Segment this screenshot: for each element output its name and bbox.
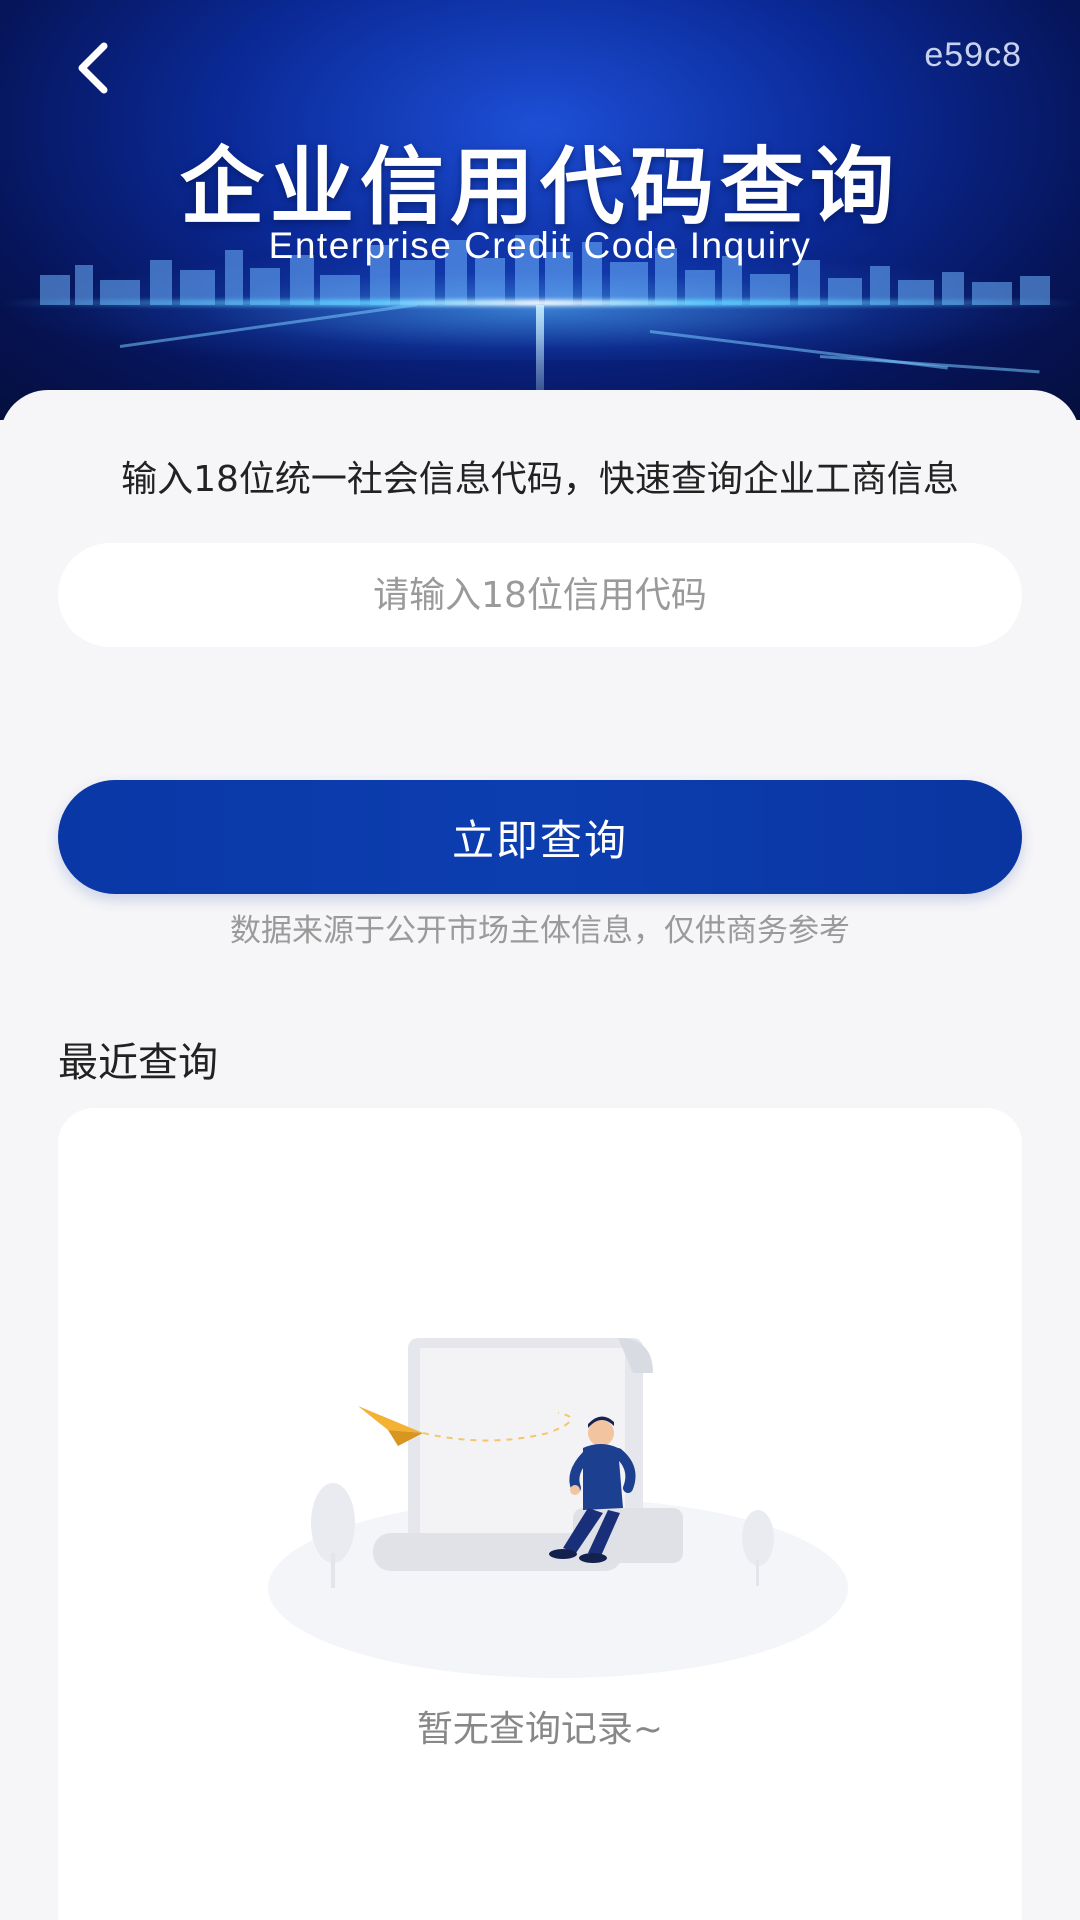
chevron-left-icon xyxy=(78,42,108,94)
main-panel: 输入18位统一社会信息代码，快速查询企业工商信息 立即查询 数据来源于公开市场主… xyxy=(0,390,1080,1920)
header-banner: e59c8 企业信用代码查询 Enterprise Credit Code In… xyxy=(0,0,1080,420)
recent-queries-card: 暂无查询记录~ xyxy=(58,1108,1022,1920)
empty-state-text: 暂无查询记录~ xyxy=(416,1709,664,1750)
page-subtitle: Enterprise Credit Code Inquiry xyxy=(268,225,812,266)
query-now-button[interactable]: 立即查询 xyxy=(58,780,1022,894)
page-title: 企业信用代码查询 xyxy=(179,138,900,236)
intro-text: 输入18位统一社会信息代码，快速查询企业工商信息 xyxy=(121,459,959,500)
empty-document-illustration xyxy=(268,1338,848,1678)
back-button[interactable] xyxy=(70,38,118,98)
session-code: e59c8 xyxy=(924,36,1022,74)
credit-code-search-input[interactable] xyxy=(58,543,1022,647)
recent-queries-title: 最近查询 xyxy=(58,1040,218,1086)
data-source-disclaimer: 数据来源于公开市场主体信息，仅供商务参考 xyxy=(230,913,850,949)
